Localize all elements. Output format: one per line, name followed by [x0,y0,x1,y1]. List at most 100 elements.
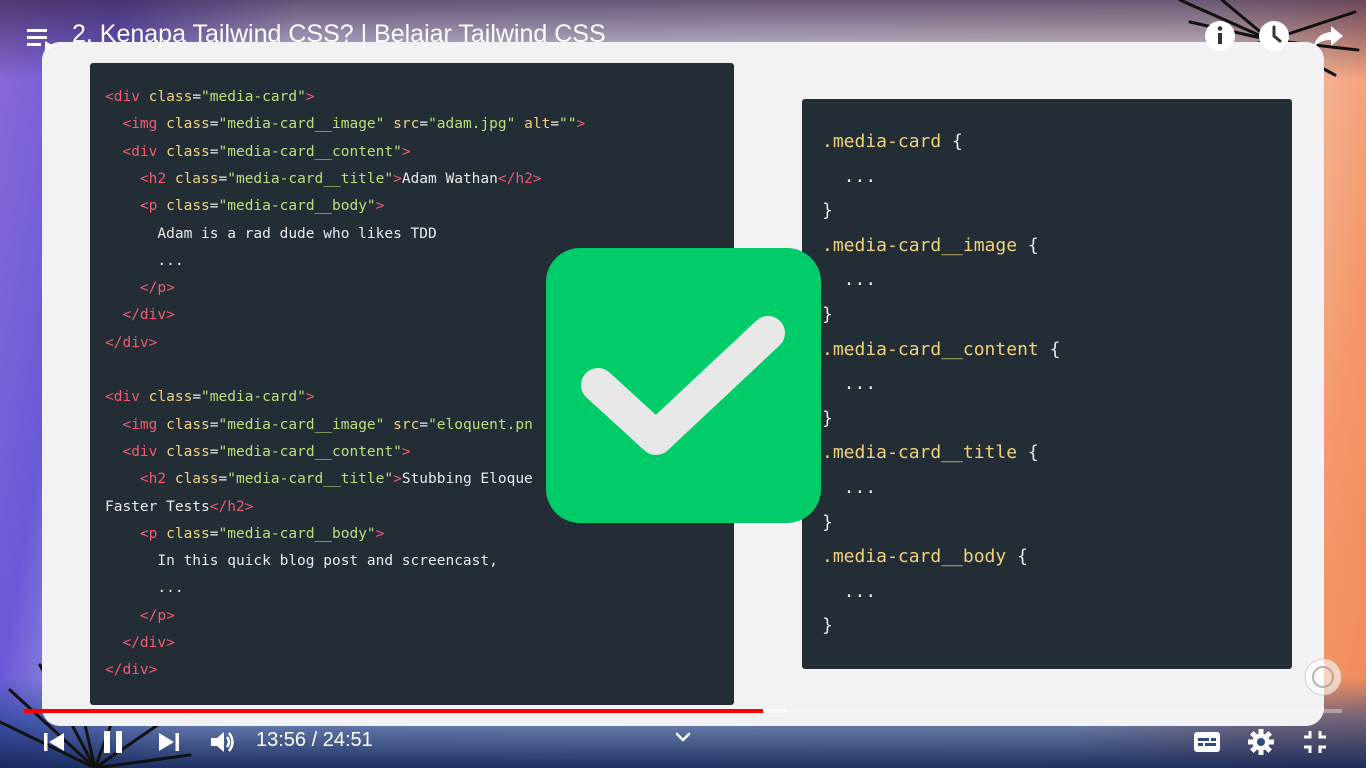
code-token: src [393,116,420,133]
code-token: "media-card__title" [227,170,394,187]
code-token: </div> [105,334,158,351]
code-token: class [166,525,210,542]
code-token: Adam is a rad dude who likes TDD [105,225,437,242]
code-token: "media-card__body" [218,525,376,542]
code-token: <div [105,389,149,406]
code-token: .media-card__title [822,442,1018,464]
code-token: = [209,443,219,460]
chevron-down-icon[interactable] [672,726,694,748]
code-token: class [174,471,219,488]
code-line: ... [822,477,877,498]
code-line: } [822,304,833,325]
code-token: > [401,143,411,160]
title-bar: 2. Kenapa Tailwind CSS? | Belajar Tailwi… [0,0,1366,70]
code-line: <div class="media-card__content"> [105,443,410,460]
code-token: ... [822,477,877,498]
code-token: = [419,416,429,433]
code-token: In this quick blog post and screencast, [105,553,498,570]
code-token: "media-card__body" [218,198,376,215]
code-line: } [822,408,833,429]
captions-icon[interactable] [1193,728,1221,756]
code-token: = [550,116,560,133]
code-line: <p class="media-card__body"> [105,198,384,214]
code-token: <h2 [139,471,175,488]
code-token: class [166,116,210,133]
code-token: <p [139,525,167,542]
code-token: </div> [122,307,175,324]
info-icon[interactable] [1204,20,1236,52]
volume-icon[interactable] [208,728,236,756]
share-icon[interactable] [1312,20,1344,52]
code-line: </div> [105,335,157,351]
next-icon[interactable] [155,728,183,756]
code-line: Faster Tests</h2> [105,499,253,515]
code-token: } [822,511,833,533]
playlist-icon[interactable] [27,25,55,51]
code-token: src [393,416,420,433]
code-line: <div class="media-card"> [105,389,315,405]
code-line: .media-card__body { [822,546,1028,567]
code-token: } [822,200,833,222]
code-line: <div class="media-card"> [105,89,315,105]
code-line: } [822,512,833,533]
code-token: = [192,89,202,105]
code-token: <div [105,89,149,105]
code-token: Faster Tests [105,498,210,515]
code-token: { [941,131,963,152]
code-token: </p> [139,280,175,297]
code-token: ... [822,165,877,187]
code-token: "media-card__title" [227,471,394,488]
code-line: <img class="media-card__image" src="adam… [105,116,585,132]
code-token: { [1006,546,1028,568]
progress-played [24,709,764,713]
code-token: = [218,471,228,488]
code-token: "media-card__image" [218,116,385,133]
code-line: <img class="media-card__image" src="eloq… [105,416,532,433]
gear-icon[interactable] [1247,728,1275,756]
code-token: </p> [139,607,175,624]
code-token: Stubbing Eloque [401,471,533,488]
code-token: ... [822,373,877,395]
checkmark-badge [546,248,821,523]
code-token: .media-card__content [822,338,1039,360]
code-line: .media-card__title { [822,442,1039,463]
code-token: </div> [105,662,158,679]
code-line: </div> [105,635,174,651]
code-token: = [209,416,219,433]
code-token: Adam Wathan [401,170,498,187]
code-line: </div> [105,307,175,324]
code-token: <h2 [139,170,175,187]
code-token: { [1038,338,1061,360]
channel-watermark[interactable] [1304,658,1342,696]
previous-icon[interactable] [40,728,68,756]
code-token: class [174,170,219,187]
code-token: ... [822,269,877,291]
code-token: class [166,443,210,460]
code-line: ... [105,580,183,596]
code-token: "media-card__content" [218,143,402,160]
code-token: > [375,198,385,215]
video-title[interactable]: 2. Kenapa Tailwind CSS? | Belajar Tailwi… [72,20,606,49]
code-token: "adam.jpg" [428,116,516,133]
clock-icon[interactable] [1258,20,1290,52]
code-token: > [576,116,586,133]
code-token: alt [524,116,551,133]
time-display: 13:56 / 24:51 [256,729,373,751]
exit-fullscreen-icon[interactable] [1301,728,1329,756]
progress-bar[interactable] [24,709,1342,713]
pause-icon[interactable] [99,728,127,756]
code-line: </div> [105,662,157,678]
code-line: .media-card__content { [822,339,1060,360]
